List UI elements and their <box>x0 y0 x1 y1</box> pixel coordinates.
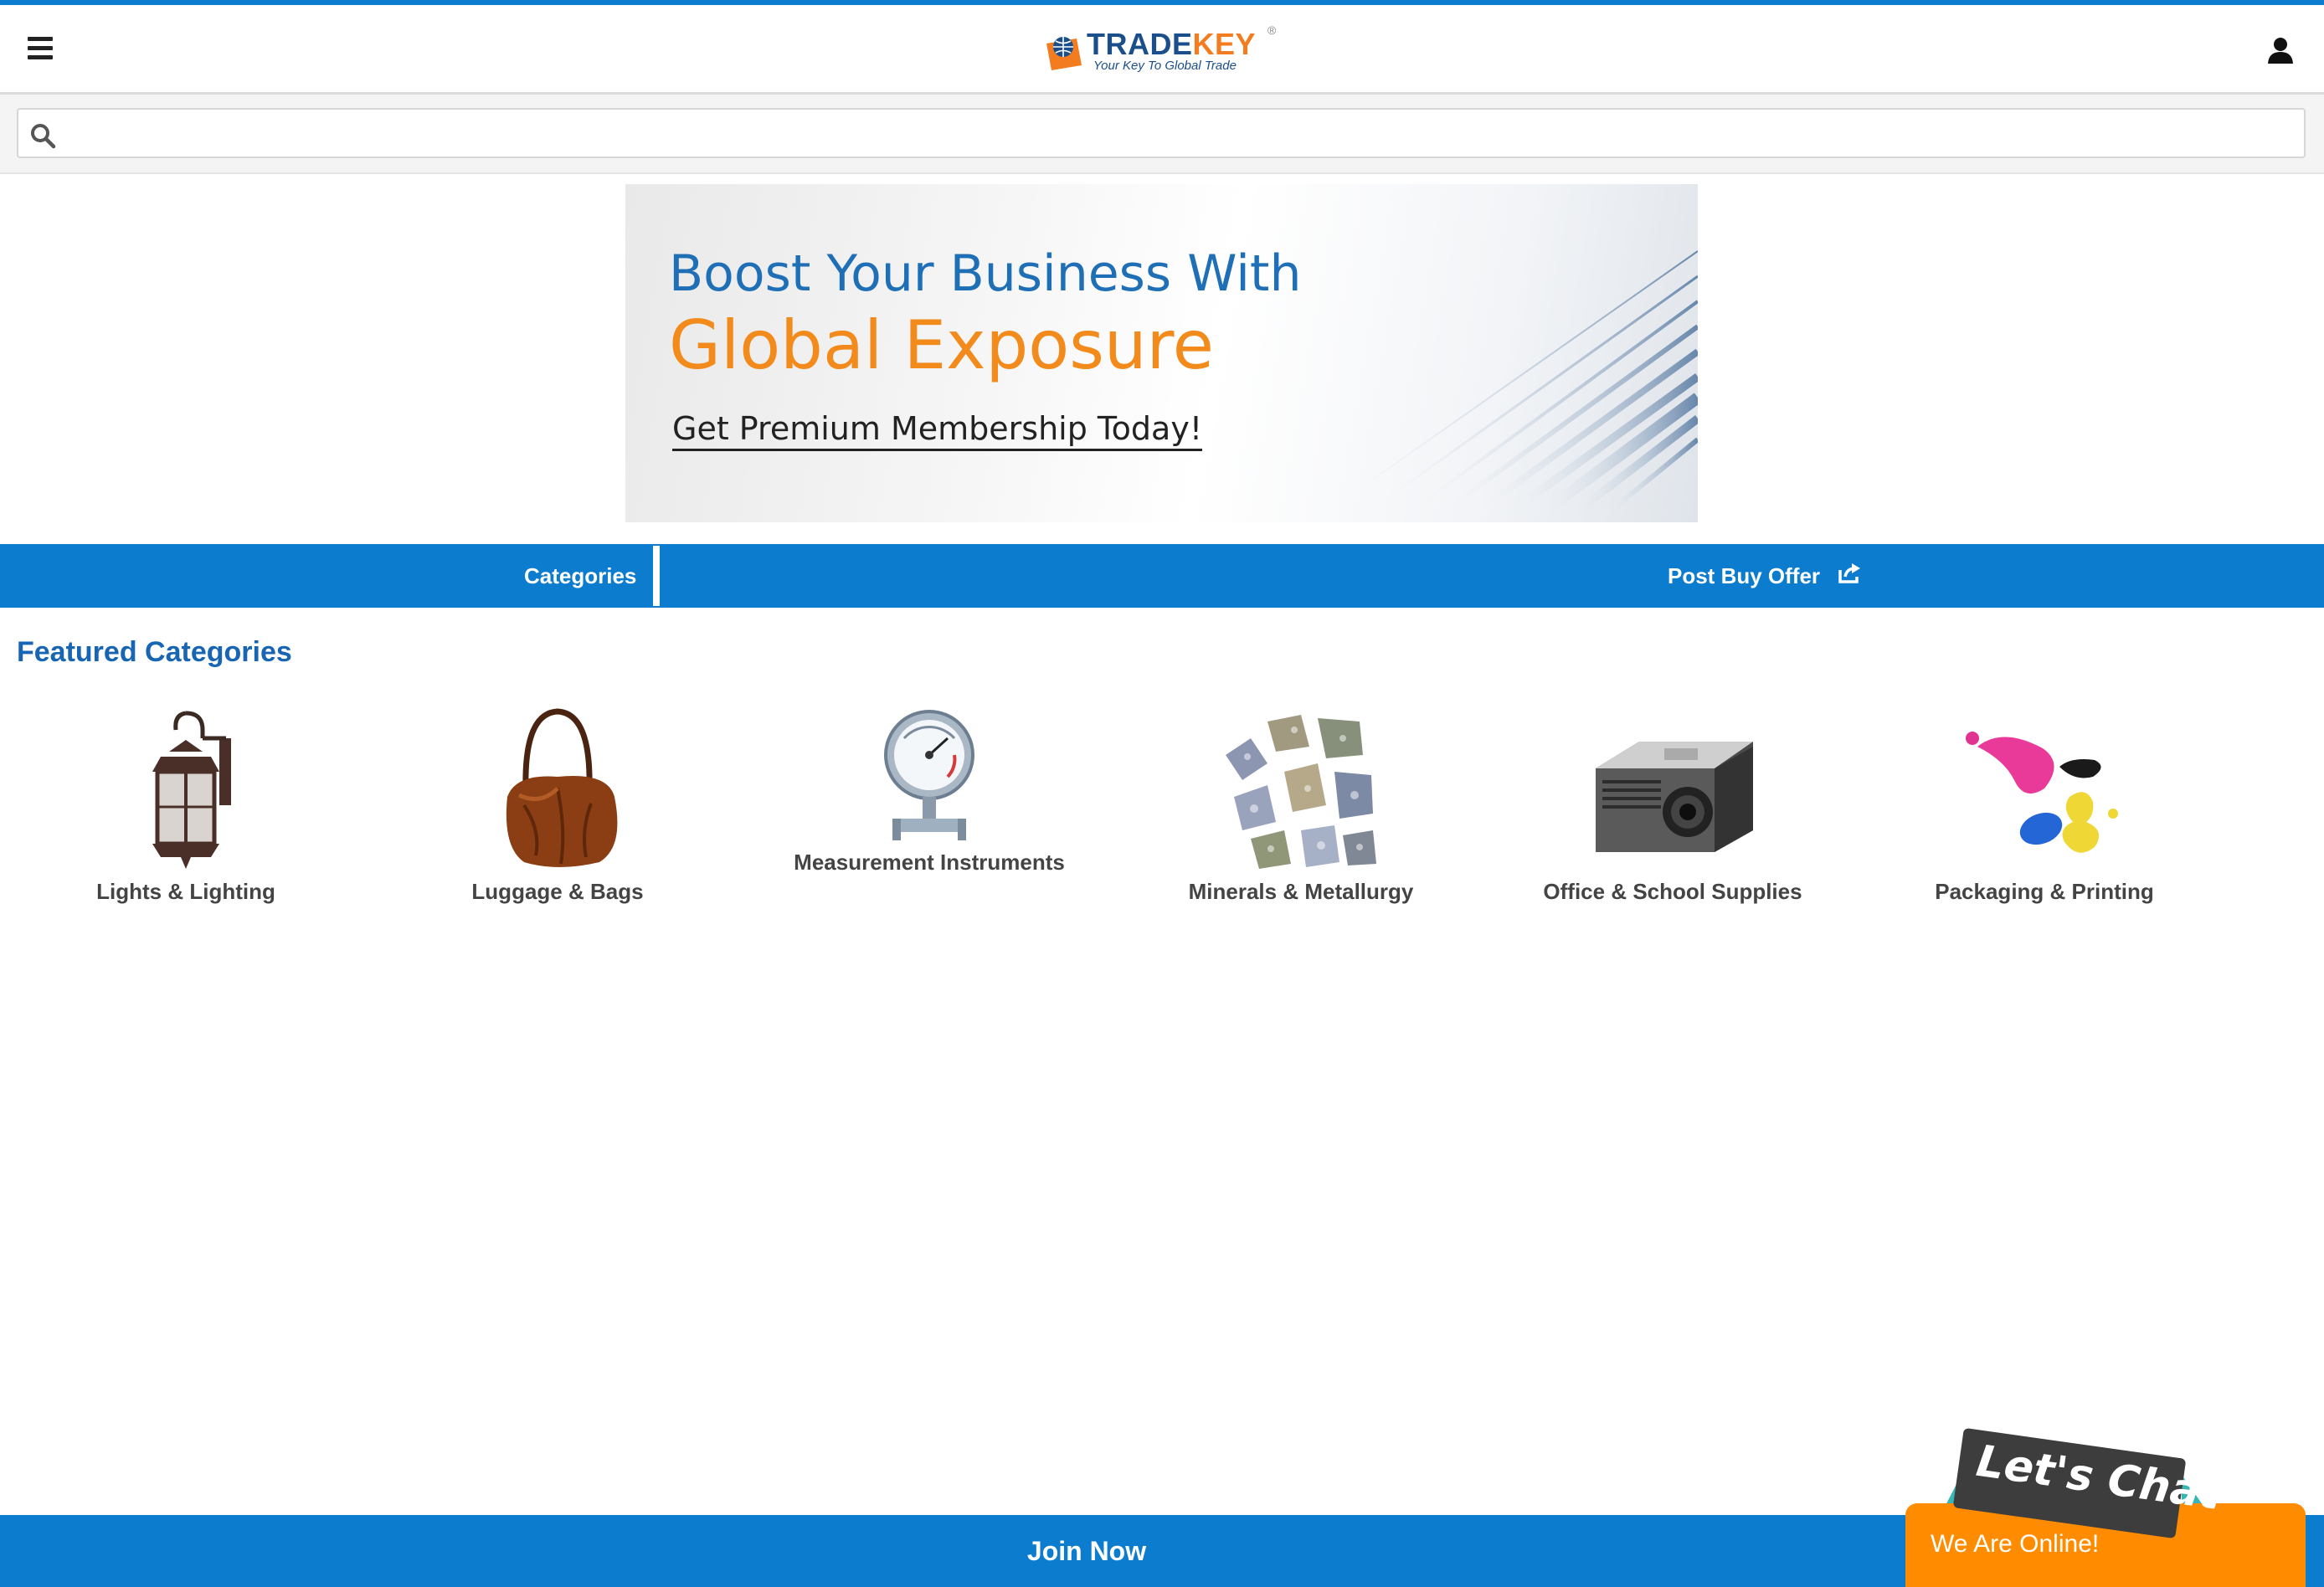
category-label: Office & School Supplies <box>1543 879 1802 904</box>
lantern-icon <box>102 705 270 872</box>
header: TRADEKEY ® Your Key To Global Trade <box>0 5 2324 95</box>
category-packaging[interactable]: Packaging & Printing <box>1859 705 2230 905</box>
search-input[interactable] <box>69 115 2299 153</box>
logo-wordmark: TRADEKEY <box>1087 27 1257 61</box>
search-icon[interactable] <box>28 121 57 150</box>
categories-label: Categories <box>524 562 637 588</box>
search-bar <box>0 95 2324 174</box>
banner-cta: Get Premium Membership Today! <box>672 410 1203 451</box>
category-label: Packaging & Printing <box>1935 879 2154 904</box>
user-icon[interactable] <box>2265 35 2299 69</box>
gauge-icon <box>846 705 1013 843</box>
category-label: Luggage & Bags <box>471 879 644 904</box>
share-icon <box>1837 562 1862 591</box>
logo[interactable]: TRADEKEY ® Your Key To Global Trade <box>1043 22 1286 75</box>
category-label: Lights & Lighting <box>96 879 275 904</box>
main-nav: Categories Post Buy Offer <box>0 544 2324 608</box>
ink-icon <box>1961 705 2128 872</box>
category-label: Measurement Instruments <box>794 850 1065 875</box>
logo-registered: ® <box>1267 23 1277 37</box>
category-lights[interactable]: Lights & Lighting <box>0 705 372 905</box>
hamburger-icon[interactable] <box>22 32 60 67</box>
projector-icon <box>1589 705 1756 872</box>
post-buy-offer-label: Post Buy Offer <box>1668 562 1821 588</box>
featured-categories-title: Featured Categories <box>17 636 292 668</box>
promo-banner[interactable]: Boost Your Business With Global Exposure… <box>625 184 1698 522</box>
post-buy-offer-button[interactable]: Post Buy Offer <box>1668 544 1862 608</box>
grid-icon <box>653 546 661 606</box>
category-luggage[interactable]: Luggage & Bags <box>372 705 743 905</box>
minerals-icon <box>1217 705 1385 872</box>
banner-streaks-graphic <box>1311 250 1698 522</box>
categories-button[interactable]: Categories <box>524 544 661 608</box>
handbag-icon <box>474 705 641 872</box>
category-label: Minerals & Metallurgy <box>1188 879 1414 904</box>
banner-subheadline: Global Exposure <box>669 306 1214 384</box>
category-measurement[interactable]: Measurement Instruments <box>743 705 1115 876</box>
category-office[interactable]: Office & School Supplies <box>1487 705 1859 905</box>
search-box[interactable] <box>17 108 2306 158</box>
chat-widget[interactable]: Let's Chat We Are Online! <box>1900 1423 2324 1587</box>
category-minerals[interactable]: Minerals & Metallurgy <box>1115 705 1487 905</box>
logo-globe-icon <box>1046 37 1082 70</box>
banner-headline: Boost Your Business With <box>669 244 1302 303</box>
logo-tagline: Your Key To Global Trade <box>1093 59 1237 73</box>
chat-status: We Are Online! <box>1931 1530 2100 1558</box>
join-now-label: Join Now <box>1026 1535 1147 1566</box>
